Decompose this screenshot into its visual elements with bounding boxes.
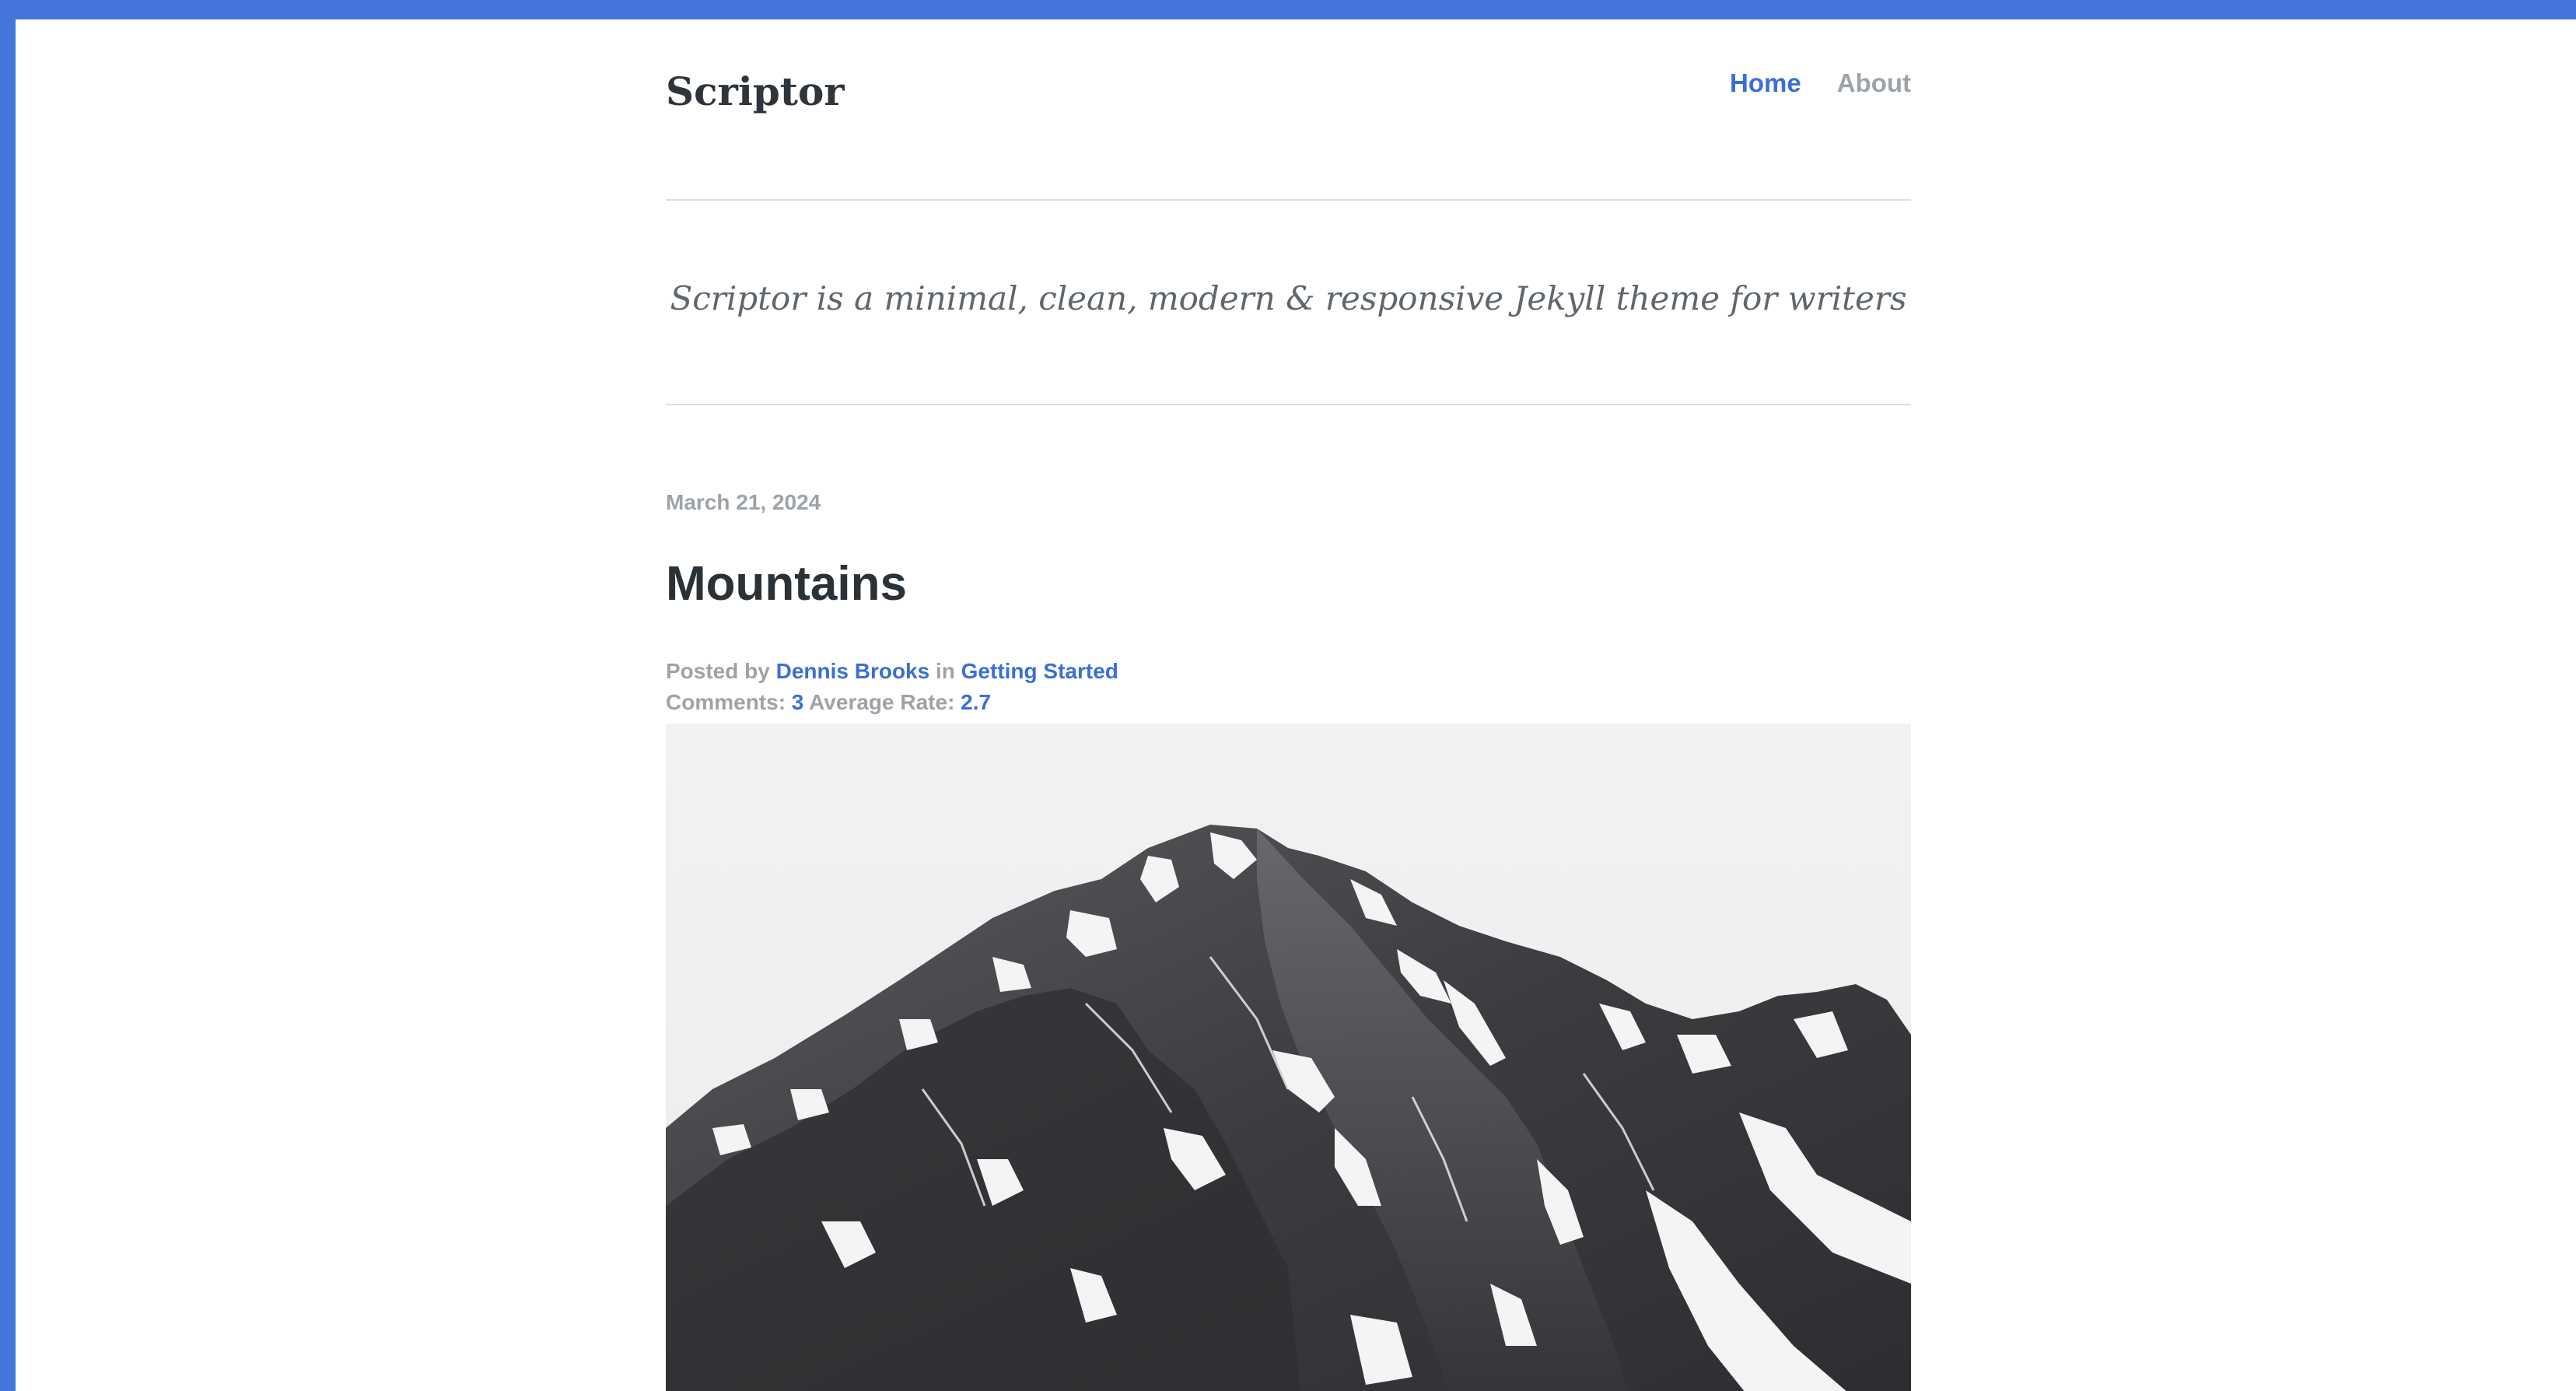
comments-count-link[interactable]: 3 xyxy=(792,690,804,714)
author-link[interactable]: Dennis Brooks xyxy=(776,659,930,683)
post-stats: Comments: 3 Average Rate: 2.7 xyxy=(666,688,991,717)
content-container: Scriptor Home About Scriptor is a minima… xyxy=(666,19,1911,1391)
nav-home-link[interactable]: Home xyxy=(1730,68,1801,99)
page-frame: Scriptor Home About Scriptor is a minima… xyxy=(16,19,2576,1391)
header-divider-top xyxy=(666,199,1911,201)
post-date: March 21, 2024 xyxy=(666,490,821,514)
posted-by-label: Posted by xyxy=(666,659,770,683)
comments-label: Comments: xyxy=(666,690,786,714)
mountain-illustration xyxy=(666,724,1911,1391)
category-link[interactable]: Getting Started xyxy=(961,659,1118,683)
main-nav: Home About xyxy=(1730,68,1911,99)
site-title-link[interactable]: Scriptor xyxy=(666,66,845,117)
post-title[interactable]: Mountains xyxy=(666,553,907,616)
rate-label: Average Rate: xyxy=(809,690,955,714)
in-label: in xyxy=(935,659,955,683)
nav-about-link[interactable]: About xyxy=(1837,68,1911,99)
header-divider-bottom xyxy=(666,404,1911,405)
post-title-text[interactable]: Mountains xyxy=(666,557,907,611)
site-tagline: Scriptor is a minimal, clean, modern & r… xyxy=(670,279,1907,317)
post-hero-image[interactable] xyxy=(666,724,1911,1391)
post-byline: Posted by Dennis Brooks in Getting Start… xyxy=(666,657,1118,685)
rate-value-link[interactable]: 2.7 xyxy=(961,690,991,714)
